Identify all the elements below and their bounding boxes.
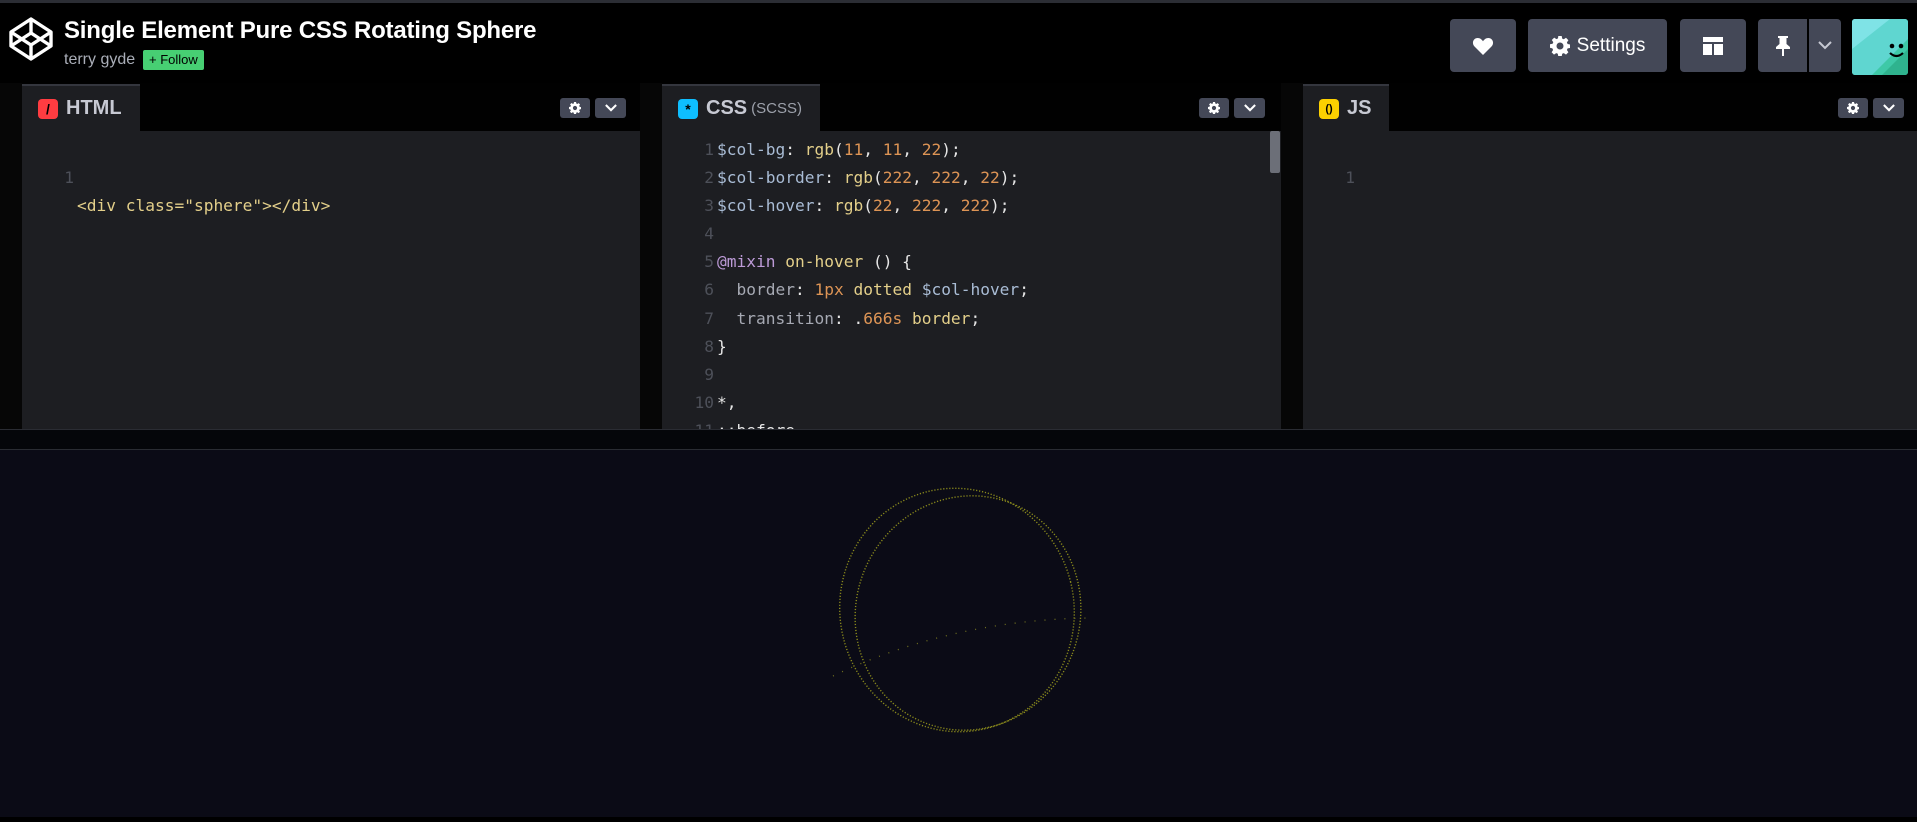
- settings-label: Settings: [1576, 34, 1646, 56]
- code-text: ::before,: [717, 417, 805, 429]
- line-number: 1: [1345, 168, 1355, 188]
- heart-icon: [1472, 37, 1494, 55]
- css-tab[interactable]: * CSS (SCSS): [662, 84, 820, 131]
- html-code[interactable]: 1 <div class="sphere"></div>: [22, 136, 640, 215]
- pin-dropdown-button[interactable]: [1809, 19, 1841, 72]
- line-number: 2: [704, 168, 714, 188]
- line-number: 1: [704, 140, 714, 159]
- line-number: 9: [704, 364, 714, 384]
- html-tab-bar: / HTML: [22, 83, 640, 131]
- css-code[interactable]: 1 $col-bg: rgb(11, 11, 22); 2 $col-border: …: [662, 136, 1281, 429]
- js-collapse-button[interactable]: [1873, 98, 1904, 118]
- js-settings-button[interactable]: [1838, 98, 1868, 118]
- code-text: $col-bg: rgb(11, 11, 22);: [717, 140, 961, 159]
- code-text: <div class="sphere"></div>: [77, 196, 331, 216]
- line-number: 6: [704, 280, 714, 300]
- css-file-icon: *: [678, 98, 698, 119]
- code-text: }: [717, 336, 727, 356]
- js-tab-label: JS: [1347, 97, 1372, 119]
- top-bar: Single Element Pure CSS Rotating Sphere …: [0, 0, 1917, 83]
- line-number: 5: [704, 252, 714, 272]
- settings-button[interactable]: Settings: [1528, 19, 1667, 72]
- code-line: 2 $col-border: rgb(222, 222, 22);: [662, 164, 1281, 192]
- line-number: 11: [662, 417, 715, 429]
- html-editor-pane: / HTML 1 <div class="sphere"></div>: [22, 83, 640, 429]
- html-settings-button[interactable]: [560, 98, 590, 118]
- css-tab-label: CSS: [706, 97, 748, 119]
- html-tab[interactable]: / HTML: [22, 84, 140, 131]
- code-line: 4: [662, 220, 1281, 248]
- code-line: 1: [1303, 136, 1917, 187]
- resize-gutter-css-js[interactable]: [1281, 83, 1303, 429]
- code-text: *,: [717, 392, 737, 412]
- html-collapse-button[interactable]: [595, 98, 626, 118]
- code-line: 8}: [662, 333, 1281, 361]
- chevron-down-icon: [1882, 104, 1895, 112]
- resize-gutter-left[interactable]: [0, 83, 22, 429]
- html-file-icon: /: [38, 98, 58, 119]
- preview-resize-bar[interactable]: [0, 429, 1917, 450]
- code-line: 1 <div class="sphere"></div>: [22, 136, 640, 215]
- js-code[interactable]: 1: [1303, 136, 1917, 187]
- css-preprocessor-label: (SCSS): [751, 100, 802, 117]
- css-tab-bar: * CSS (SCSS): [662, 83, 1281, 131]
- css-editor-pane: * CSS (SCSS) 1 $col-bg: rgb(11, 11, 22); 2…: [662, 83, 1281, 429]
- code-line: 3 $col-hover: rgb(22, 222, 222);: [662, 192, 1281, 220]
- chevron-down-icon: [604, 104, 617, 112]
- chevron-down-icon: [1243, 104, 1256, 112]
- avatar[interactable]: [1852, 19, 1908, 75]
- chevron-down-icon: [1818, 41, 1832, 50]
- code-text: border: 1px dotted $col-hover;: [736, 280, 1029, 300]
- js-file-icon: (): [1319, 98, 1339, 119]
- editors-area: / HTML 1 <div class="sphere"></div> * CS…: [0, 83, 1917, 429]
- html-tab-label: HTML: [66, 97, 122, 119]
- code-line: 11::before,: [662, 417, 1281, 429]
- gear-icon: [569, 102, 581, 114]
- code-line: 6 border: 1px dotted $col-hover;: [662, 276, 1281, 304]
- js-tab[interactable]: () JS: [1303, 84, 1390, 131]
- js-editor-pane: () JS 1: [1303, 83, 1917, 429]
- rotating-sphere: [832, 487, 1091, 733]
- line-number: 8: [704, 336, 714, 356]
- code-line: 9: [662, 361, 1281, 389]
- line-number: 7: [704, 308, 714, 328]
- code-line: 10 *,: [662, 389, 1281, 417]
- author-link[interactable]: terry gyde: [64, 51, 135, 69]
- code-line: 1 $col-bg: rgb(11, 11, 22);: [662, 136, 1281, 164]
- line-number: 3: [704, 196, 714, 216]
- css-settings-button[interactable]: [1199, 98, 1229, 118]
- heart-button[interactable]: [1450, 19, 1516, 72]
- line-number: 1: [64, 168, 74, 188]
- line-number: 4: [704, 224, 714, 244]
- resize-gutter-html-css[interactable]: [640, 83, 662, 429]
- code-line: 5 @mixin on-hover () {: [662, 248, 1281, 276]
- layout-icon: [1703, 36, 1723, 55]
- code-text: @mixin on-hover () {: [717, 252, 912, 272]
- css-collapse-button[interactable]: [1234, 98, 1265, 118]
- result-preview: [0, 450, 1917, 817]
- pin-icon: [1775, 35, 1790, 56]
- pin-button[interactable]: [1758, 19, 1807, 72]
- code-text: $col-hover: rgb(22, 222, 222);: [717, 196, 1010, 216]
- gear-icon: [1208, 102, 1220, 114]
- change-view-button[interactable]: [1680, 19, 1746, 72]
- gear-icon: [1847, 102, 1859, 114]
- line-number: 10: [694, 392, 715, 412]
- js-tab-bar: () JS: [1303, 83, 1917, 131]
- gear-icon: [1549, 35, 1570, 56]
- css-editor-scrollbar[interactable]: [1270, 131, 1280, 173]
- pen-title[interactable]: Single Element Pure CSS Rotating Sphere: [64, 17, 536, 45]
- code-line: 7 transition: .666s border;: [662, 305, 1281, 333]
- codepen-logo-icon[interactable]: [8, 16, 54, 62]
- follow-button[interactable]: + Follow: [143, 50, 204, 70]
- code-text: transition: .666s border;: [736, 308, 981, 328]
- code-text: $col-border: rgb(222, 222, 22);: [717, 168, 1020, 188]
